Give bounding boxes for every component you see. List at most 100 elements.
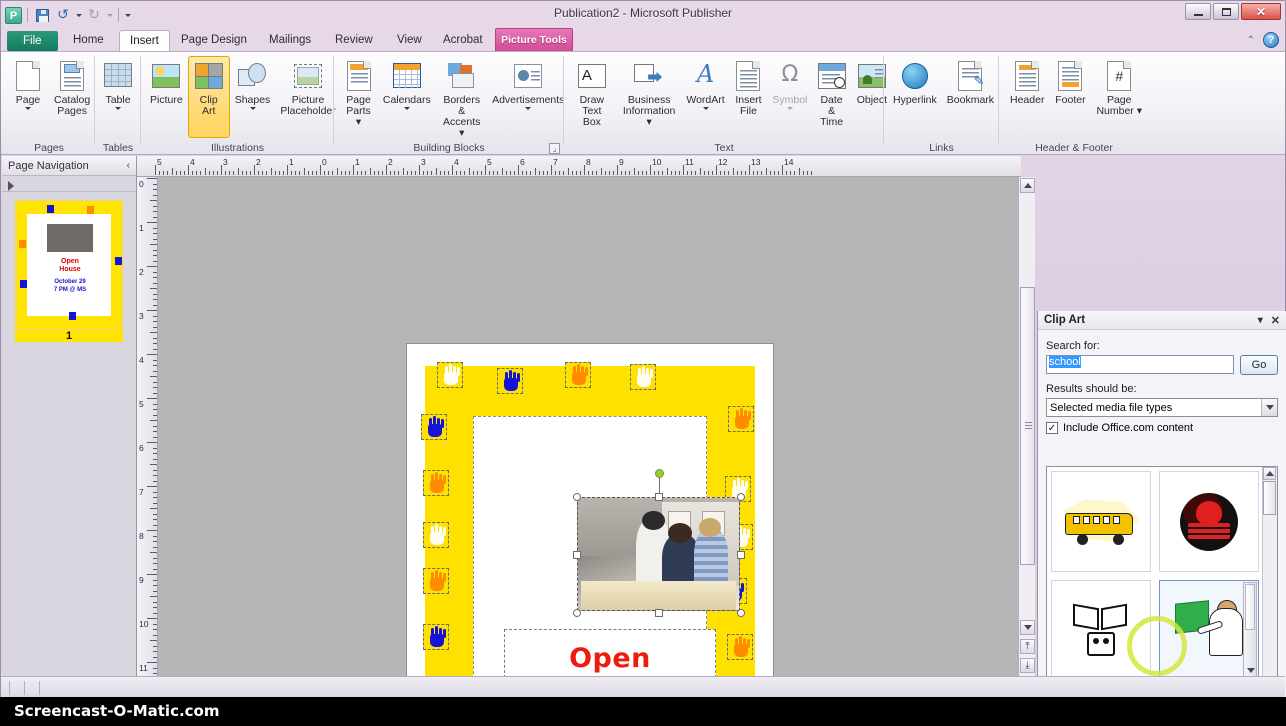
ruler-tick-label: 12 — [718, 157, 727, 167]
help-icon[interactable]: ? — [1263, 32, 1279, 48]
clip-art-item-scrollbar[interactable] — [1243, 582, 1257, 679]
ruler-tick — [584, 165, 585, 175]
handprint-icon — [421, 414, 447, 440]
chevron-down-icon[interactable] — [404, 107, 410, 110]
results-type-select[interactable]: Selected media file types — [1046, 398, 1278, 417]
vertical-scroll-thumb[interactable] — [1020, 287, 1035, 565]
ribbon-button-shapes[interactable]: Shapes — [230, 56, 276, 138]
ribbon-button-header[interactable]: Header — [1005, 56, 1049, 138]
tab-review[interactable]: Review — [325, 30, 383, 51]
ribbon: Page Catalog Pages Pages — [1, 51, 1285, 155]
selection-handle-top-center[interactable] — [655, 493, 663, 501]
ribbon-button-draw-text-box[interactable]: A Draw Text Box — [568, 56, 616, 138]
picture-tools-label: Picture Tools — [495, 28, 573, 51]
tab-insert[interactable]: Insert — [119, 30, 170, 51]
ruler-tick — [629, 171, 630, 175]
page-thumbnail-item[interactable]: Open House October 29 7 PM @ MS — [15, 200, 123, 342]
ribbon-button-symbol[interactable]: Ω Symbol — [768, 56, 811, 138]
ribbon-button-clip-art[interactable]: Clip Art — [188, 56, 230, 138]
ribbon-button-page[interactable]: Page — [7, 56, 49, 138]
selection-handle-middle-left[interactable] — [573, 551, 581, 559]
chevron-down-icon[interactable] — [250, 107, 256, 110]
tab-acrobat[interactable]: Acrobat — [433, 30, 493, 51]
ribbon-button-business-information[interactable]: Business Information ▾ — [616, 56, 683, 138]
scroll-down-button[interactable] — [1020, 620, 1035, 635]
ribbon-label: Shapes — [235, 95, 271, 106]
selection-handle-bottom-center[interactable] — [655, 609, 663, 617]
ruler-tick — [374, 171, 375, 175]
ribbon-button-date-time[interactable]: Date & Time — [811, 56, 852, 138]
ribbon-button-catalog-pages[interactable]: Catalog Pages — [49, 56, 95, 138]
collapse-ribbon-icon[interactable]: ⌃ — [1247, 35, 1255, 46]
search-input[interactable]: school — [1046, 355, 1234, 374]
include-office-content-label: Include Office.com content — [1063, 422, 1193, 434]
tab-file[interactable]: File — [7, 31, 58, 51]
chevron-down-icon[interactable] — [787, 107, 793, 110]
scroll-up-button[interactable] — [1020, 178, 1035, 193]
ribbon-button-picture[interactable]: Picture — [145, 56, 188, 138]
selection-handle-bottom-right[interactable] — [737, 609, 745, 617]
close-button[interactable]: ✕ — [1241, 3, 1281, 20]
clip-art-result-open-book[interactable] — [1051, 580, 1151, 681]
ruler-tick — [153, 365, 157, 366]
ribbon-button-insert-file[interactable]: Insert File — [728, 56, 768, 138]
previous-page-button[interactable]: ⤒ — [1020, 639, 1035, 654]
clip-art-result-school-bus[interactable] — [1051, 471, 1151, 572]
ribbon-button-borders-accents[interactable]: Borders & Accents ▾ — [435, 56, 489, 138]
ribbon-button-bookmark[interactable]: ✎ Bookmark — [942, 56, 999, 138]
close-pane-icon[interactable]: ✕ — [1271, 314, 1280, 327]
chevron-down-icon[interactable] — [25, 107, 31, 110]
canvas-vertical-scrollbar[interactable]: ⤒ ⤓ — [1018, 177, 1035, 676]
thumbnail-photo — [47, 224, 93, 252]
go-button[interactable]: Go — [1240, 355, 1278, 375]
minimize-button[interactable] — [1185, 3, 1211, 20]
next-page-button[interactable]: ⤓ — [1020, 658, 1035, 673]
document-canvas[interactable]: Open House October 29 7 PM @ MS — [158, 177, 1018, 676]
ribbon-button-footer[interactable]: Footer — [1049, 56, 1091, 138]
inserted-photo[interactable] — [577, 497, 740, 611]
tab-page-design[interactable]: Page Design — [171, 30, 257, 51]
tab-view[interactable]: View — [387, 30, 432, 51]
chevron-down-icon[interactable] — [525, 107, 531, 110]
selection-handle-bottom-left[interactable] — [573, 609, 581, 617]
ribbon-button-page-parts[interactable]: Page Parts ▾ — [338, 56, 379, 138]
rotation-handle[interactable] — [655, 469, 664, 478]
ribbon-label: Insert File — [735, 95, 761, 117]
ribbon-button-advertisements[interactable]: Advertisements — [489, 56, 568, 138]
restore-button[interactable] — [1213, 3, 1239, 20]
include-office-content-checkbox[interactable]: ✓ Include Office.com content — [1046, 422, 1278, 434]
results-scroll-up-button[interactable] — [1263, 467, 1276, 480]
ruler-tick — [176, 171, 177, 175]
results-scroll-thumb[interactable] — [1263, 481, 1276, 515]
ruler-tick — [378, 171, 379, 175]
publication-page[interactable]: Open House October 29 7 PM @ MS — [406, 343, 774, 676]
title-text-box[interactable]: Open House — [504, 629, 716, 676]
ribbon-button-picture-placeholder[interactable]: Picture Placeholder — [275, 56, 340, 138]
pane-menu-icon[interactable]: ▾ — [1258, 315, 1263, 326]
horizontal-ruler[interactable]: 5432101234567891011121314 — [137, 156, 1021, 177]
chevron-down-icon[interactable] — [703, 107, 709, 110]
selection-handle-top-left[interactable] — [573, 493, 581, 501]
vertical-ruler[interactable]: 01234567891011 — [137, 177, 158, 676]
clip-art-result-apple-books[interactable] — [1159, 471, 1259, 572]
chevron-down-icon[interactable] — [115, 107, 121, 110]
tab-home[interactable]: Home — [63, 30, 114, 51]
chevron-down-icon[interactable] — [1261, 399, 1277, 416]
page-thumbnail[interactable]: Open House October 29 7 PM @ MS — [15, 200, 123, 330]
ribbon-button-wordart[interactable]: A WordArt — [683, 56, 729, 138]
building-blocks-dialog-launcher[interactable]: ⌟ — [549, 143, 560, 154]
tab-mailings[interactable]: Mailings — [259, 30, 321, 51]
selection-handle-top-right[interactable] — [737, 493, 745, 501]
ruler-tick — [150, 552, 157, 553]
ribbon-button-hyperlink[interactable]: Hyperlink — [888, 56, 942, 138]
ruler-tick — [675, 171, 676, 175]
ruler-tick — [419, 165, 420, 175]
ribbon-button-calendars[interactable]: Calendars — [379, 56, 434, 138]
ribbon-button-table[interactable]: Table — [97, 56, 139, 138]
ruler-tick-label: 6 — [520, 157, 525, 167]
ruler-tick — [477, 171, 478, 175]
clip-art-result-teacher[interactable] — [1159, 580, 1259, 681]
ribbon-button-page-number[interactable]: # Page Number ▾ — [1091, 56, 1147, 138]
collapse-pane-icon[interactable]: ‹ — [127, 160, 130, 171]
selection-handle-middle-right[interactable] — [737, 551, 745, 559]
